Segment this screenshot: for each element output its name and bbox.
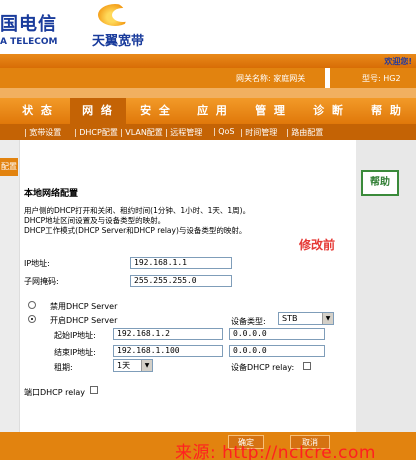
port-relay-checkbox[interactable] xyxy=(90,386,98,394)
modified-note: 修改前 xyxy=(299,238,336,252)
telecom-en-text: A TELECOM xyxy=(0,37,58,47)
enable-dhcp-label: 开启DHCP Server xyxy=(50,316,118,325)
subnav-vlan[interactable]: | VLAN配置 xyxy=(120,127,163,138)
tab-help[interactable]: 帮 助 xyxy=(358,98,416,124)
subnav-dhcp[interactable]: | DHCP配置 xyxy=(74,127,118,138)
subnav-time[interactable]: | 时间管理 xyxy=(240,127,277,138)
model-text: 型号: HG2 xyxy=(362,74,401,83)
subnav-qos[interactable]: | QoS xyxy=(213,127,235,136)
desc-line-2: DHCP地址区间设置及与设备类型的映射。 xyxy=(24,216,166,225)
mask-field[interactable]: 255.255.255.0 xyxy=(130,275,232,287)
dhcp-config-panel: 本地网络配置 用户侧的DHCP打开和关闭、租约时间(1分钟、1小时、1天、1周)… xyxy=(20,140,356,432)
tianyi-logo: 天翼宽带 xyxy=(92,4,170,52)
left-sidebar xyxy=(0,140,20,432)
lease-label: 租期: xyxy=(54,363,73,372)
end-ip-field[interactable]: 192.168.1.100 xyxy=(113,345,223,357)
info-bar: 网关名称: 家庭网关 型号: HG2 xyxy=(0,68,416,88)
port-relay-label: 端口DHCP relay xyxy=(24,388,86,397)
mask-label: 子网掩码: xyxy=(24,277,59,286)
subnav-wan[interactable]: | 宽带设置 xyxy=(24,127,61,138)
help-button[interactable]: 帮助 xyxy=(361,170,399,196)
lease-select[interactable]: 1天 ▼ xyxy=(113,359,153,372)
gateway-name: 网关名称: 家庭网关 xyxy=(236,74,306,83)
device-start-ip-field[interactable]: 0.0.0.0 xyxy=(229,328,325,340)
sidebar-tab-config[interactable]: 配置 xyxy=(0,158,18,176)
start-ip-field[interactable]: 192.168.1.2 xyxy=(113,328,223,340)
ip-field[interactable]: 192.168.1.1 xyxy=(130,257,232,269)
tianyi-text: 天翼宽带 xyxy=(92,34,145,49)
device-type-select[interactable]: STB ▼ xyxy=(278,312,334,325)
sub-nav: | 宽带设置 | DHCP配置 | VLAN配置 | 远程管理 | QoS | … xyxy=(0,124,416,140)
china-telecom-logo: 国电信 A TELECOM xyxy=(0,10,57,47)
tab-diagnosis[interactable]: 诊 断 xyxy=(300,98,358,124)
end-ip-label: 结束IP地址: xyxy=(54,348,96,357)
welcome-text: 欢迎您! xyxy=(384,57,412,66)
tab-security[interactable]: 安 全 xyxy=(128,98,184,124)
tab-application[interactable]: 应 用 xyxy=(184,98,242,124)
disable-dhcp-radio[interactable] xyxy=(28,301,36,309)
menu-strip xyxy=(0,88,416,98)
device-end-ip-field[interactable]: 0.0.0.0 xyxy=(229,345,325,357)
chevron-down-icon: ▼ xyxy=(141,360,152,371)
device-type-value: STB xyxy=(282,314,298,323)
info-divider xyxy=(325,68,330,88)
desc-line-3: DHCP工作模式(DHCP Server和DHCP relay)与设备类型的映射… xyxy=(24,226,247,235)
chevron-down-icon: ▼ xyxy=(322,313,333,324)
top-bar xyxy=(0,54,416,68)
description: 用户侧的DHCP打开和关闭、租约时间(1分钟、1小时、1天、1周)。 DHCP地… xyxy=(24,206,354,236)
device-type-label: 设备类型: xyxy=(231,317,266,326)
main-nav: 状 态 网 络 安 全 应 用 管 理 诊 断 帮 助 xyxy=(0,98,416,124)
telecom-cn-text: 国电信 xyxy=(0,14,57,35)
tab-network[interactable]: 网 络 xyxy=(70,98,126,124)
device-relay-checkbox[interactable] xyxy=(303,362,311,370)
source-watermark: 来源: http://ncIcre.com xyxy=(175,443,376,460)
enable-dhcp-radio[interactable] xyxy=(28,315,36,323)
device-relay-label: 设备DHCP relay: xyxy=(231,363,295,372)
disable-dhcp-label: 禁用DHCP Server xyxy=(50,302,118,311)
lease-value: 1天 xyxy=(117,361,131,370)
page-title: 本地网络配置 xyxy=(24,189,79,199)
tab-management[interactable]: 管 理 xyxy=(242,98,300,124)
page-header: 国电信 A TELECOM 天翼宽带 xyxy=(0,0,416,62)
ip-label: IP地址: xyxy=(24,259,50,268)
start-ip-label: 起始IP地址: xyxy=(54,331,96,340)
tab-status[interactable]: 状 态 xyxy=(8,98,68,124)
desc-line-1: 用户侧的DHCP打开和关闭、租约时间(1分钟、1小时、1天、1周)。 xyxy=(24,206,251,215)
subnav-remote[interactable]: | 远程管理 xyxy=(165,127,202,138)
subnav-route[interactable]: | 路由配置 xyxy=(286,127,323,138)
